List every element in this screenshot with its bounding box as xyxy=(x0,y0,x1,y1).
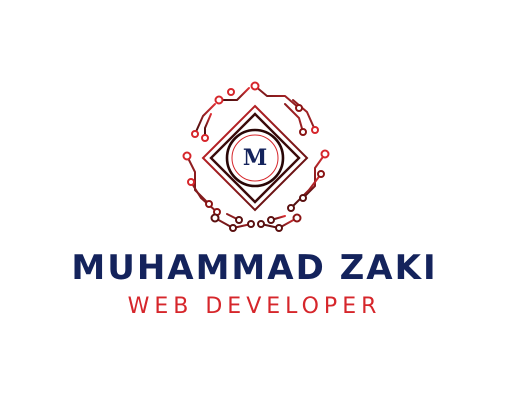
logo-name: MUHAMMAD ZAKI xyxy=(71,248,438,288)
logo-title: WEB DEVELOPER xyxy=(127,294,382,319)
logo: M MUHAMMAD ZAKI WEB DEVELOPER xyxy=(0,0,509,404)
logo-initial: M xyxy=(242,145,268,171)
